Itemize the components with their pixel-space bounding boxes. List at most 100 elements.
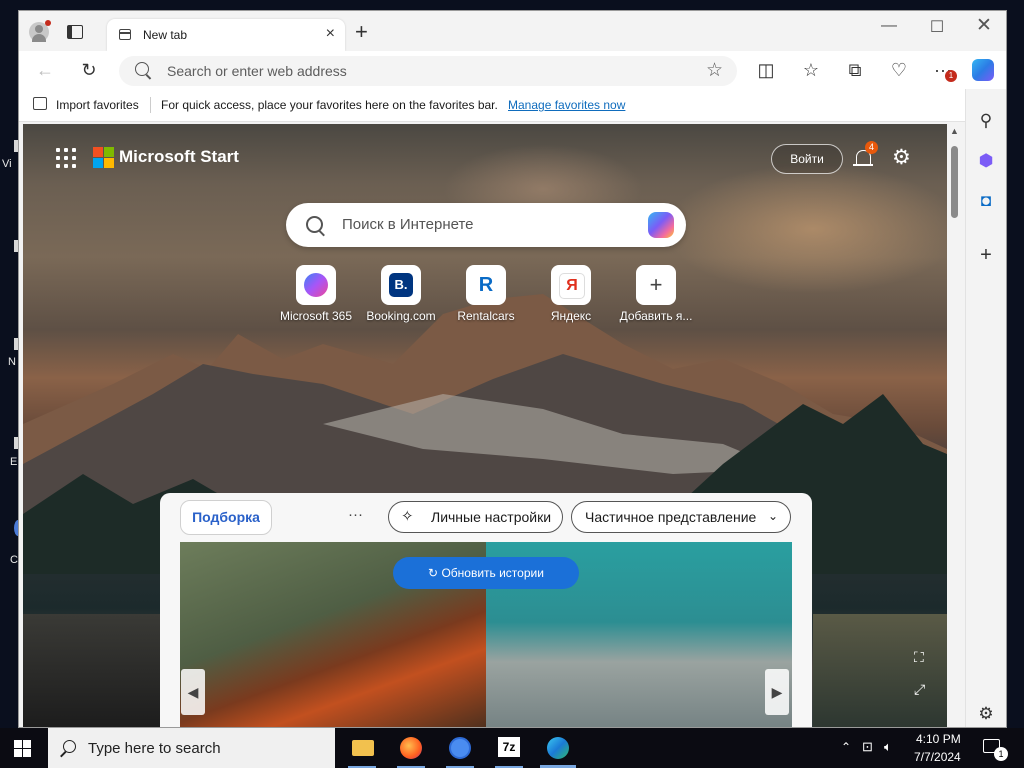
quick-link-yandex[interactable]: Я Яндекс (526, 265, 616, 323)
notifications-bell-icon[interactable]: 4 (853, 141, 878, 169)
desktop-icon-label: Vi (2, 158, 12, 170)
quick-link-label: Rentalcars (457, 309, 515, 323)
address-bar[interactable]: Search or enter web address ☆ (119, 56, 737, 86)
clock-time[interactable]: 4:10 PM (916, 732, 961, 746)
signin-button[interactable]: Войти (771, 144, 843, 174)
import-favorites-button[interactable]: Import favorites (56, 98, 139, 112)
notifications-badge: 4 (865, 141, 878, 154)
file-explorer-icon[interactable] (342, 734, 382, 768)
favorites-hint: For quick access, place your favorites h… (161, 98, 498, 112)
plus-icon: + (644, 273, 668, 297)
copilot-sidebar-icon[interactable]: ⬢ (966, 151, 1006, 171)
manage-favorites-link[interactable]: Manage favorites now (508, 98, 625, 112)
notification-count-badge: 1 (994, 747, 1008, 761)
outlook-icon[interactable]: ◘ (966, 191, 1006, 211)
tab-new-tab[interactable]: New tab × (107, 19, 345, 51)
7zip-icon[interactable]: 7z (489, 734, 529, 768)
split-screen-icon[interactable]: ◫ (754, 60, 778, 81)
refresh-stories-label: Обновить истории (441, 566, 544, 580)
booking-icon: B. (389, 273, 413, 297)
quick-link-booking[interactable]: B. Booking.com (356, 265, 446, 323)
rentalcars-icon: R (474, 273, 498, 297)
tray-overflow-icon[interactable]: ⌃ (841, 740, 851, 754)
toolbar: ← ↻ Search or enter web address ☆ ◫ ☆ ⧉ … (19, 51, 1006, 89)
tab-close-icon[interactable]: × (326, 25, 335, 43)
tab-feed-picks[interactable]: Подборка (180, 500, 272, 535)
background-lake (23, 614, 163, 727)
collections-icon[interactable]: ⧉ (843, 60, 867, 81)
carousel-next-arrow[interactable]: ▶ (765, 669, 789, 715)
start-page: Microsoft Start Войти 4 ⚙ Поиск в Интерн… (23, 124, 947, 727)
browser-window: New tab × + — ☐ ✕ ← ↻ Search or enter we… (18, 10, 1007, 728)
desktop-icon-label: E (10, 456, 18, 468)
taskbar: Type here to search 7z ⌃ ⊡ 🔈︎ 4:10 PM 7/… (0, 728, 1024, 768)
favorite-star-icon[interactable]: ☆ (706, 59, 723, 82)
refresh-icon: ↻ (428, 566, 442, 580)
quick-link-rentalcars[interactable]: R Rentalcars (441, 265, 531, 323)
chrome-icon[interactable] (440, 734, 480, 768)
new-tab-button[interactable]: + (355, 19, 368, 45)
quick-link-add[interactable]: + Добавить я... (611, 265, 701, 323)
scroll-up-icon[interactable]: ▲ (950, 126, 959, 136)
copilot-icon[interactable] (972, 59, 994, 81)
carousel-prev-arrow[interactable]: ◀ (181, 669, 205, 715)
search-icon (63, 740, 76, 753)
sidebar-settings-icon[interactable]: ⚙ (966, 704, 1006, 724)
title-bar: New tab × + — ☐ ✕ (19, 11, 1006, 51)
desktop-icon-label: C (10, 554, 18, 566)
edge-icon[interactable] (538, 734, 578, 768)
search-icon (306, 216, 323, 233)
maximize-button[interactable]: ☐ (922, 17, 952, 41)
address-input[interactable]: Search or enter web address (167, 63, 347, 79)
chevron-down-icon: ⌄ (767, 509, 778, 523)
start-button[interactable] (14, 740, 31, 757)
desktop-icon-label: N (8, 356, 16, 368)
copilot-icon[interactable] (648, 212, 674, 238)
edge-sidebar: ⚲ ⬢ ◘ + ⚙ (965, 89, 1006, 727)
search-icon (135, 62, 149, 76)
profile-avatar[interactable] (29, 20, 51, 42)
scrollbar-thumb[interactable] (951, 146, 958, 218)
quick-link-microsoft365[interactable]: Microsoft 365 (271, 265, 361, 323)
favorites-bar: Import favorites For quick access, place… (19, 89, 1006, 122)
page-scrollbar[interactable]: ▲ (947, 124, 963, 727)
network-icon[interactable]: ⊡ (862, 739, 873, 755)
personalize-button[interactable]: ✧ Личные настройки (388, 501, 563, 533)
view-mode-label: Частичное представление (585, 509, 757, 525)
search-icon[interactable]: ⚲ (966, 111, 1006, 131)
apps-launcher-icon[interactable] (56, 148, 76, 168)
back-icon[interactable]: ← (33, 60, 57, 81)
quick-link-label: Microsoft 365 (279, 309, 353, 323)
view-mode-dropdown[interactable]: Частичное представление ⌄ (571, 501, 791, 533)
volume-icon[interactable]: 🔈︎ (884, 739, 892, 755)
background-lake (813, 614, 947, 727)
taskbar-search-box[interactable]: Type here to search (48, 728, 335, 768)
close-window-button[interactable]: ✕ (969, 14, 999, 38)
expand-background-icon[interactable]: ⤢ (914, 681, 925, 698)
quick-link-label: Яндекс (550, 309, 592, 323)
web-search-input[interactable]: Поиск в Интернете (342, 216, 474, 233)
quick-link-label: Booking.com (366, 309, 436, 323)
add-sidebar-app-icon[interactable]: + (966, 244, 1006, 267)
refresh-stories-button[interactable]: ↻ Обновить истории (393, 557, 579, 589)
firefox-icon[interactable] (391, 734, 431, 768)
web-search-box[interactable]: Поиск в Интернете (286, 203, 686, 247)
notification-badge: 1 (945, 70, 957, 82)
clock-date[interactable]: 7/7/2024 (914, 750, 961, 764)
yandex-icon: Я (559, 273, 585, 299)
browser-essentials-icon[interactable]: ♡ (887, 60, 911, 81)
profile-alert-dot (45, 20, 51, 26)
microsoft-logo-icon (93, 147, 114, 168)
import-favorites-icon (33, 97, 47, 110)
sparkle-icon: ✧ (401, 508, 414, 525)
tab-title: New tab (143, 28, 188, 42)
refresh-icon[interactable]: ↻ (77, 60, 101, 81)
minimize-button[interactable]: — (874, 17, 904, 41)
tab-page-icon (119, 29, 131, 40)
tab-actions-icon[interactable] (67, 25, 83, 39)
taskbar-search-input[interactable]: Type here to search (88, 740, 221, 757)
page-settings-icon[interactable]: ⚙ (892, 145, 911, 170)
background-info-icon[interactable]: ⛶ (914, 649, 924, 666)
feed-more-icon[interactable]: ··· (348, 506, 363, 523)
favorites-icon[interactable]: ☆ (799, 60, 823, 81)
